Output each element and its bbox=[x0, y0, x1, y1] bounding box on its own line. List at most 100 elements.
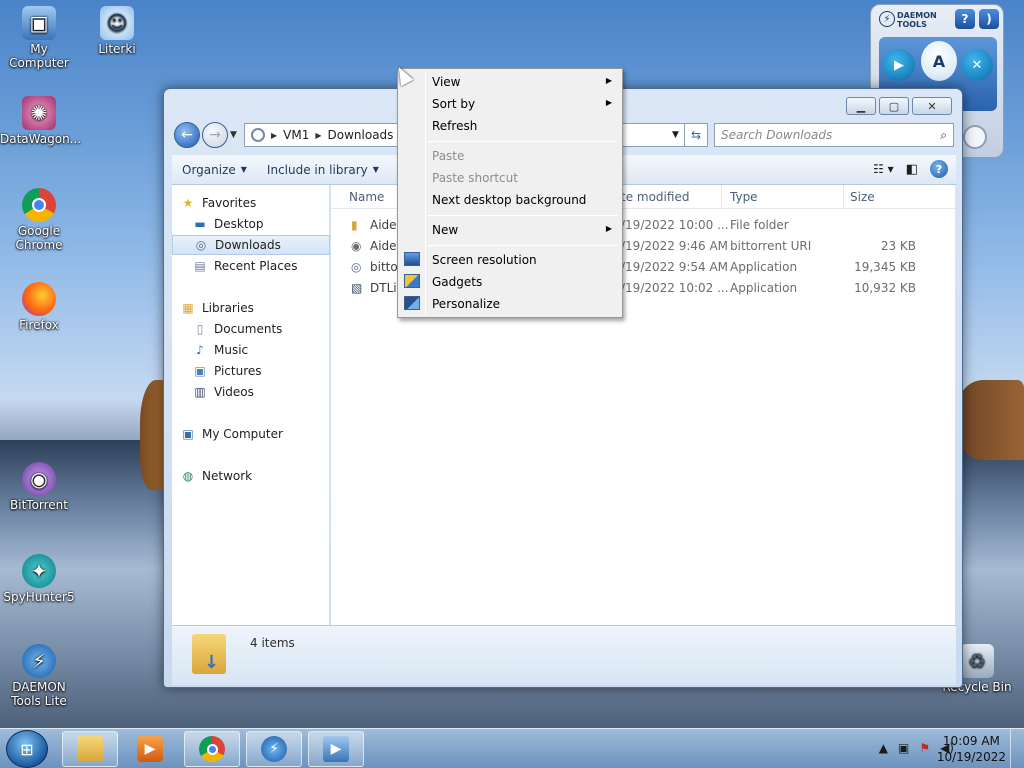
taskbar-explorer[interactable] bbox=[62, 731, 118, 767]
nav-my-computer[interactable]: ▣ My Computer bbox=[180, 424, 330, 444]
desktop-icon-spyhunter[interactable]: ✦ SpyHunter5 bbox=[0, 554, 78, 604]
firefox-icon bbox=[22, 282, 56, 316]
menu-item-new[interactable]: New ▶ bbox=[400, 219, 620, 241]
show-hidden-icons-icon[interactable]: ▲ bbox=[879, 741, 888, 755]
nav-libraries[interactable]: ▦ Libraries bbox=[180, 298, 330, 318]
taskbar-chrome[interactable] bbox=[184, 731, 240, 767]
clock[interactable]: 10:09 AM 10/19/2022 bbox=[937, 733, 1006, 765]
item-count: 4 items bbox=[250, 636, 295, 650]
daemon-logo-icon: ⚡ bbox=[879, 11, 895, 27]
media-player-icon: ▶ bbox=[137, 736, 163, 762]
play-stop-icon[interactable]: ▶ bbox=[883, 49, 915, 81]
daemon-agent-icon[interactable]: A bbox=[921, 41, 957, 81]
disc-icon[interactable] bbox=[963, 125, 987, 149]
desktop-icon-bittorrent[interactable]: ◉ BitTorrent bbox=[0, 462, 78, 512]
windows-logo-icon: ⊞ bbox=[20, 739, 34, 759]
folder-icon: ▮ bbox=[351, 218, 358, 232]
menu-item-paste-shortcut[interactable]: Paste shortcut bbox=[400, 167, 620, 189]
refresh-button[interactable]: ⇆ bbox=[684, 123, 708, 147]
wrench-icon[interactable]: ✕ bbox=[961, 49, 993, 81]
menu-item-personalize[interactable]: Personalize bbox=[400, 293, 620, 315]
file-type: Application bbox=[730, 260, 798, 274]
nav-videos[interactable]: ▥ Videos bbox=[172, 382, 330, 402]
action-center-icon[interactable]: ⚑ bbox=[919, 741, 930, 755]
breadcrumb-vm1[interactable]: VM1 bbox=[283, 128, 309, 142]
breadcrumb-downloads[interactable]: Downloads bbox=[328, 128, 394, 142]
menu-item-paste[interactable]: Paste bbox=[400, 145, 620, 167]
recent-pages-dropdown[interactable]: ▼ bbox=[230, 130, 237, 140]
rss-icon[interactable]: ) bbox=[979, 9, 999, 29]
pictures-icon: ▣ bbox=[194, 364, 206, 378]
nav-documents[interactable]: ▯ Documents bbox=[172, 319, 330, 339]
menu-item-sort-by[interactable]: Sort by ▶ bbox=[400, 93, 620, 115]
menu-separator bbox=[428, 215, 618, 216]
chevron-down-icon: ▼ bbox=[372, 165, 379, 174]
back-arrow-icon: ← bbox=[181, 127, 193, 143]
forward-button[interactable]: → bbox=[202, 122, 228, 148]
close-button[interactable]: ✕ bbox=[912, 97, 952, 115]
menu-item-screen-resolution[interactable]: Screen resolution bbox=[400, 249, 620, 271]
show-desktop-button[interactable] bbox=[1010, 729, 1024, 768]
navigation-pane: ★ Favorites ▬ Desktop ◎ Downloads ▤ Recent P… bbox=[172, 185, 330, 625]
star-icon: ★ bbox=[182, 196, 194, 210]
desktop-icon-datawagon[interactable]: ✺ DataWagon... bbox=[0, 96, 81, 146]
column-header-size[interactable]: Size bbox=[850, 190, 875, 204]
menu-separator bbox=[428, 245, 618, 246]
menu-item-next-desktop-background[interactable]: Next desktop background bbox=[400, 189, 620, 211]
column-header-type[interactable]: Type bbox=[730, 190, 758, 204]
personalize-icon bbox=[404, 296, 420, 310]
desktop-icon-daemon-tools-lite[interactable]: ⚡ DAEMON Tools Lite bbox=[0, 644, 78, 708]
desktop-icon-my-computer[interactable]: ▣ My Computer bbox=[0, 6, 78, 70]
bittorrent-uri-icon: ◉ bbox=[351, 239, 362, 253]
desktop-icon-google-chrome[interactable]: Google Chrome bbox=[0, 188, 78, 252]
taskbar-bittorrent[interactable]: ▶ bbox=[308, 731, 364, 767]
toolbar-right: ☷ ▾ ◧ ? bbox=[873, 160, 948, 178]
daemon-tools-icon: ⚡ bbox=[22, 644, 56, 678]
nav-downloads[interactable]: ◎ Downloads bbox=[172, 235, 330, 255]
nav-desktop[interactable]: ▬ Desktop bbox=[172, 214, 330, 234]
nav-pictures[interactable]: ▣ Pictures bbox=[172, 361, 330, 381]
daemon-help-button[interactable]: ? bbox=[955, 9, 975, 29]
installer-icon: ▧ bbox=[351, 281, 363, 295]
help-icon[interactable]: ? bbox=[930, 160, 948, 178]
menu-item-gadgets[interactable]: Gadgets bbox=[400, 271, 620, 293]
taskbar-daemon-tools[interactable]: ⚡ bbox=[246, 731, 302, 767]
menu-item-view[interactable]: View ▶ bbox=[400, 71, 620, 93]
organize-button[interactable]: Organize ▼ bbox=[172, 163, 257, 177]
maximize-button[interactable]: ▢ bbox=[879, 97, 909, 115]
file-type: bittorrent URI bbox=[730, 239, 812, 253]
taskbar: ⊞ ▶ ⚡ ▶ ▲ ▣ ⚑ ◀) 10:09 AM 10/19/2022 bbox=[0, 728, 1024, 768]
search-input[interactable]: Search Downloads ⌕ bbox=[714, 123, 954, 147]
minimize-button[interactable]: ▁ bbox=[846, 97, 876, 115]
back-button[interactable]: ← bbox=[174, 122, 200, 148]
nav-music[interactable]: ♪ Music bbox=[172, 340, 330, 360]
include-in-library-button[interactable]: Include in library ▼ bbox=[257, 163, 389, 177]
breadcrumb-separator[interactable]: ▶ bbox=[315, 131, 321, 140]
column-divider[interactable] bbox=[843, 185, 844, 209]
network-tray-icon[interactable]: ▣ bbox=[898, 741, 909, 755]
window-controls: ▁ ▢ ✕ bbox=[846, 97, 952, 115]
start-button[interactable]: ⊞ bbox=[6, 730, 48, 768]
address-dropdown[interactable]: ▼ bbox=[672, 130, 679, 140]
close-icon: ✕ bbox=[927, 99, 937, 113]
column-header-date-modified[interactable]: te modified bbox=[621, 190, 689, 204]
view-options-icon[interactable]: ☷ ▾ bbox=[873, 162, 894, 176]
desktop-icon-literki[interactable]: ☺ Literki bbox=[78, 6, 156, 56]
chrome-icon bbox=[22, 188, 56, 222]
nav-network[interactable]: ◍ Network bbox=[180, 466, 330, 486]
nav-recent-places[interactable]: ▤ Recent Places bbox=[172, 256, 330, 276]
file-type: File folder bbox=[730, 218, 789, 232]
desktop-icon-firefox[interactable]: Firefox bbox=[0, 282, 78, 332]
daemon-tools-icon: ⚡ bbox=[261, 736, 287, 762]
menu-item-refresh[interactable]: Refresh bbox=[400, 115, 620, 137]
column-divider[interactable] bbox=[721, 185, 722, 209]
submenu-arrow-icon: ▶ bbox=[605, 98, 612, 107]
daemon-gadget-title: DAEMON TOOLS bbox=[897, 11, 937, 29]
column-header-name[interactable]: Name bbox=[349, 190, 384, 204]
taskbar-media-player[interactable]: ▶ bbox=[122, 731, 178, 767]
literki-icon: ☺ bbox=[100, 6, 134, 40]
preview-pane-icon[interactable]: ◧ bbox=[906, 162, 918, 177]
nav-favorites[interactable]: ★ Favorites bbox=[180, 193, 330, 213]
music-icon: ♪ bbox=[196, 343, 204, 357]
breadcrumb-separator[interactable]: ▶ bbox=[271, 131, 277, 140]
